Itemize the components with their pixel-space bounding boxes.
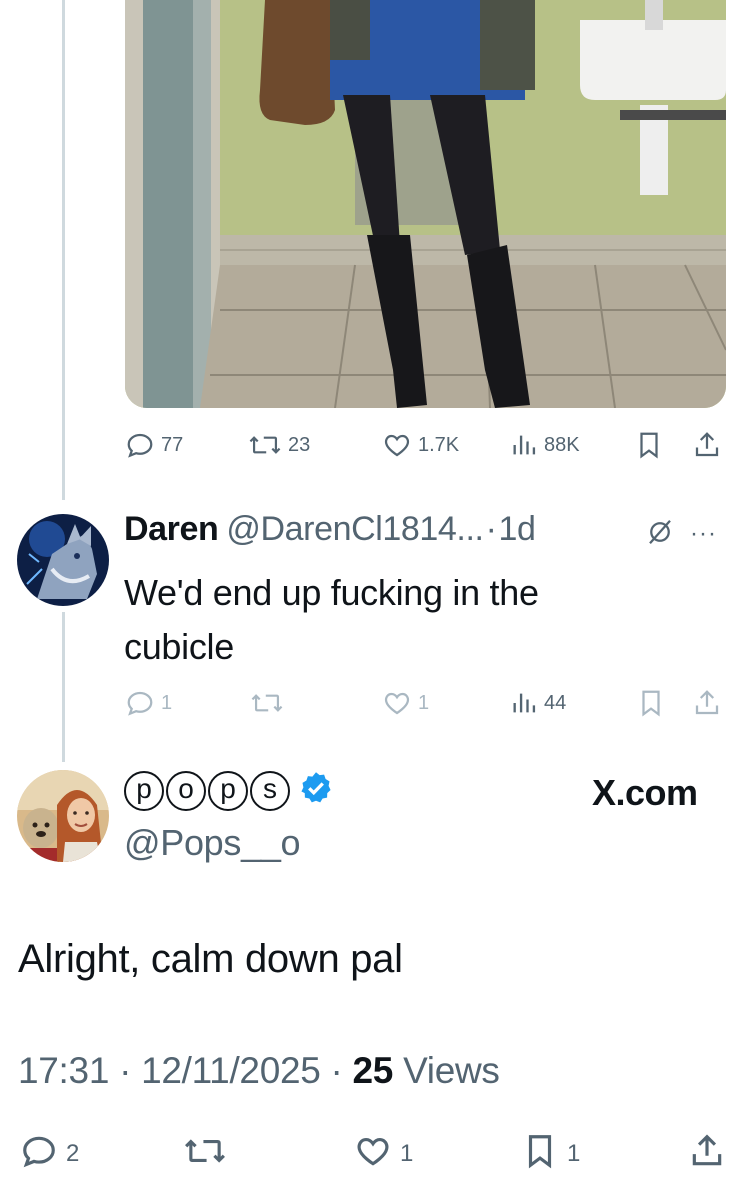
tweet-photo[interactable] [125, 0, 726, 408]
reply-bookmark-action[interactable] [636, 688, 666, 718]
thread-line-top [62, 0, 65, 500]
reply-author-name[interactable]: Daren [124, 510, 219, 549]
reply-count: 77 [161, 433, 184, 456]
heart-icon [382, 430, 412, 460]
reply-icon [20, 1132, 58, 1175]
display-name-letter-3: p [208, 770, 248, 811]
reply-icon [125, 688, 155, 718]
reply-like-action[interactable]: 1 [382, 688, 429, 718]
views-action[interactable]: 88K [510, 430, 580, 460]
repost-count: 23 [288, 433, 311, 456]
meta-separator: · [330, 1050, 343, 1091]
reply-action[interactable]: 77 [125, 430, 183, 460]
share-action[interactable] [692, 430, 722, 460]
bookmark-icon [521, 1132, 559, 1175]
display-name-letter-2: o [166, 770, 206, 811]
photo-tweet-action-bar: 77 23 1.7K 88K [0, 430, 744, 466]
repost-action[interactable]: 23 [248, 430, 310, 460]
grok-icon[interactable] [645, 517, 675, 552]
tweet-thread-page: 77 23 1.7K 88K Daren @DarenCl1814... · 1… [0, 0, 744, 1200]
main-like-action[interactable]: 1 [354, 1132, 413, 1175]
verified-badge-icon [298, 770, 334, 811]
repost-icon [250, 688, 284, 718]
reply-icon [125, 430, 155, 460]
tweet-date[interactable]: 12/11/2025 [141, 1050, 321, 1091]
tweet-views-label: Views [403, 1050, 500, 1091]
main-reply-action[interactable]: 2 [20, 1132, 79, 1175]
display-name-letters: p o p s [124, 770, 290, 811]
share-icon [692, 688, 722, 718]
heart-icon [382, 688, 412, 718]
thread-line-mid [62, 612, 65, 762]
meta-separator: · [119, 1050, 132, 1091]
reply-avatar[interactable] [17, 514, 109, 606]
views-count: 88K [544, 433, 580, 456]
like-action[interactable]: 1.7K [382, 430, 459, 460]
tweet-time[interactable]: 17:31 [18, 1050, 109, 1091]
more-options-icon[interactable]: ··· [690, 520, 717, 548]
reply-header: Daren @DarenCl1814... · 1d [124, 510, 536, 549]
bookmark-icon [634, 430, 664, 460]
tweet-views-count: 25 [352, 1050, 394, 1091]
reply-repost-action[interactable] [250, 688, 290, 718]
reply-separator: · [485, 510, 497, 548]
share-icon [688, 1132, 726, 1175]
reply-author-handle[interactable]: @DarenCl1814... [226, 510, 484, 549]
main-avatar[interactable] [17, 770, 109, 862]
repost-icon [248, 430, 282, 460]
main-reply-count: 2 [66, 1139, 80, 1167]
x-com-watermark: X.com [592, 772, 698, 813]
main-tweet-text: Alright, calm down pal [18, 937, 403, 981]
reply-reply-action[interactable]: 1 [125, 688, 172, 718]
views-icon [510, 430, 538, 460]
bookmark-action[interactable] [634, 430, 664, 460]
main-like-count: 1 [400, 1139, 414, 1167]
photo-image [125, 0, 726, 408]
like-count: 1.7K [418, 433, 460, 456]
share-icon [692, 430, 722, 460]
repost-icon [183, 1132, 227, 1175]
reply-timestamp[interactable]: 1d [499, 510, 536, 549]
display-name-letter-1: p [124, 770, 164, 811]
reply-views-count: 44 [544, 691, 567, 714]
main-bookmark-action[interactable]: 1 [521, 1132, 580, 1175]
wolf-avatar-image [17, 514, 109, 606]
tweet-meta: 17:31 · 12/11/2025 · 25 Views [18, 1050, 500, 1092]
reply-like-count: 1 [418, 691, 430, 714]
main-bookmark-count: 1 [567, 1139, 581, 1167]
reply-views-action[interactable]: 44 [510, 688, 566, 718]
heart-icon [354, 1132, 392, 1175]
main-author-handle[interactable]: @Pops__o [124, 822, 301, 864]
reply-reply-count: 1 [161, 691, 173, 714]
views-icon [510, 688, 538, 718]
reply-share-action[interactable] [692, 688, 722, 718]
main-share-action[interactable] [688, 1132, 726, 1175]
woman-and-dog-avatar-image [17, 770, 109, 862]
main-author-name[interactable]: p o p s [124, 770, 334, 811]
reply-text: We'd end up fucking in the cubicle [124, 572, 539, 667]
display-name-letter-4: s [250, 770, 290, 811]
bookmark-icon [636, 688, 666, 718]
reply-action-bar: 1 1 44 [0, 688, 744, 724]
main-repost-action[interactable] [183, 1132, 235, 1175]
